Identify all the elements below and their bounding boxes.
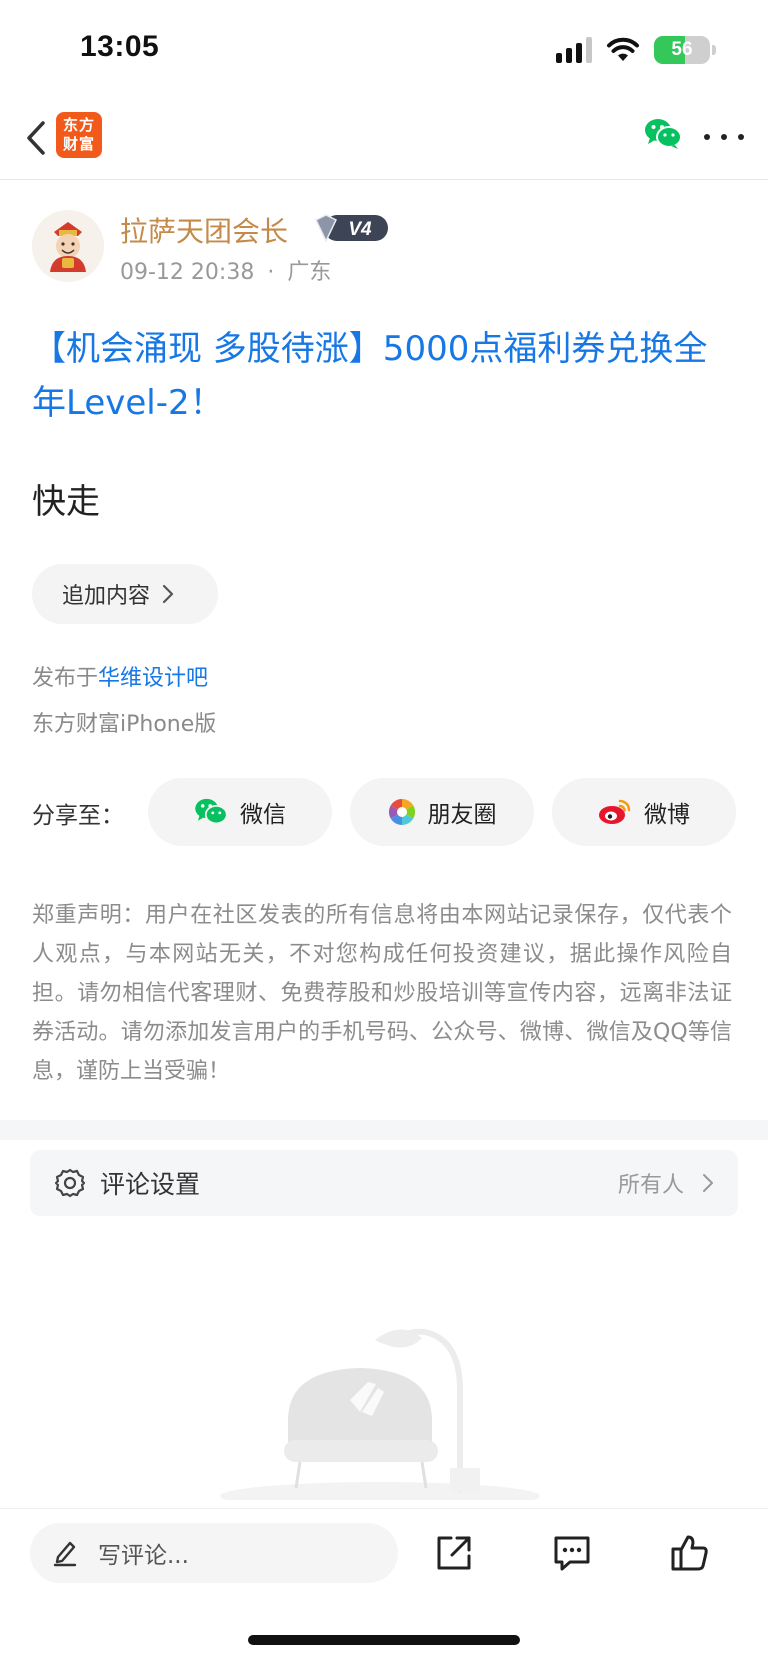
more-icon [704,134,710,140]
wechat-icon [195,798,228,825]
level-badge-text: V4 [348,219,372,240]
thumbs-up-icon [671,1535,708,1571]
app-logo: 东方 财富 [56,112,102,158]
forum-link[interactable]: 华维设计吧 [98,666,208,691]
comment-settings-label: 评论设置 [100,1170,201,1199]
gear-icon [54,1168,86,1198]
back-icon [27,121,45,155]
pencil-icon [53,1541,77,1567]
bottom-bar: 写评论... [0,1508,768,1663]
append-content-button[interactable]: 追加内容 [32,564,218,624]
append-content-label: 追加内容 [62,584,151,609]
publish-info: 发布于华维设计吧 [32,660,208,692]
share-wechat-label: 微信 [240,802,286,828]
comments-button[interactable] [548,1529,596,1577]
avatar[interactable] [32,210,104,282]
battery-icon: 56 [654,36,710,64]
disclaimer: 郑重声明：用户在社区发表的所有信息将由本网站记录保存，仅代表个人观点，与本网站无… [32,903,732,1084]
like-button[interactable] [666,1529,714,1577]
share-moments-label: 朋友圈 [427,802,497,828]
status-time: 13:05 [80,30,160,63]
nav-bar: 东方 财富 [0,100,768,180]
share-weibo-button[interactable]: 微博 [552,778,736,846]
share-icon [437,1536,471,1570]
share-weibo-label: 微博 [644,802,690,828]
author-meta: 09-12 20:38 · 广东 [120,254,331,286]
empty-comments-illustration [200,1300,560,1510]
post-region: 广东 [287,260,332,285]
post-date: 09-12 20:38 [120,260,255,285]
wifi-icon [607,37,639,61]
more-button[interactable] [704,122,744,152]
author-name[interactable]: 拉萨天团会长 [120,210,288,250]
status-bar: 13:05 56 [0,0,768,100]
wechat-icon [645,119,682,149]
chevron-right-icon [703,1174,713,1192]
section-divider [0,1120,768,1140]
status-icons: 56 [556,36,716,64]
comment-input[interactable]: 写评论... [30,1523,398,1583]
share-label: 分享至： [32,803,124,829]
cellular-signal-icon [556,37,592,63]
back-button[interactable] [16,116,56,160]
wechat-share-button[interactable] [644,118,682,154]
share-row: 分享至： 微信 朋友圈 微博 [32,778,740,846]
home-indicator [248,1635,520,1645]
level-badge: V4 [314,212,390,244]
comment-settings-value: 所有人 [617,1173,684,1198]
comment-placeholder: 写评论... [98,1543,189,1569]
battery-level: 56 [671,39,693,60]
moments-icon [388,798,415,826]
chevron-right-icon [162,584,174,604]
post-body: 快走 [32,482,100,522]
share-button[interactable] [430,1529,478,1577]
share-moments-button[interactable]: 朋友圈 [350,778,534,846]
comment-settings-row[interactable]: 评论设置 所有人 [30,1150,738,1216]
weibo-icon [599,799,631,824]
client-info: 东方财富iPhone版 [32,712,217,737]
publish-prefix: 发布于 [32,666,99,691]
meta-separator: · [267,260,275,285]
post-title[interactable]: 【机会涌现 多股待涨】5000点福利券兑换全年Level-2！ [32,322,732,430]
share-wechat-button[interactable]: 微信 [148,778,332,846]
comment-icon [554,1536,590,1571]
